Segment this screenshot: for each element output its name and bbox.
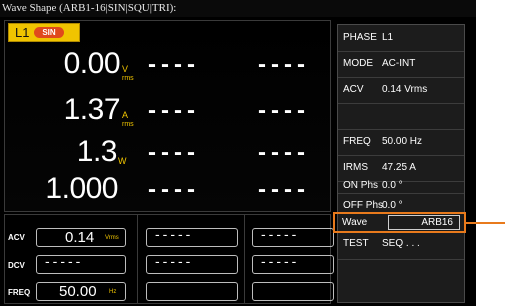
setting-label-freq: FREQ xyxy=(8,288,31,297)
freq-setting-field-3[interactable] xyxy=(252,282,334,301)
voltage-unit: Vrms xyxy=(122,64,134,83)
parameter-panel: PHASE L1 MODE AC-INT ACV 0.14 Vrms FREQ 50.0… xyxy=(337,24,465,303)
param-row-on-phase[interactable]: ON Phs 0.0 ° xyxy=(338,173,464,194)
param-row-freq[interactable]: FREQ 50.00 Hz xyxy=(338,129,464,156)
dcv-setting-field-3[interactable]: ----- xyxy=(252,253,334,274)
pf-dash-2: ---- xyxy=(258,176,310,203)
measurement-row-voltage: 0.00 Vrms ---- ---- xyxy=(0,45,330,85)
param-row-phase[interactable]: PHASE L1 xyxy=(338,25,464,52)
current-unit: Arms xyxy=(122,110,134,129)
param-row-blank xyxy=(338,259,464,303)
power-unit: W xyxy=(118,156,127,166)
param-row-acv[interactable]: ACV 0.14 Vrms xyxy=(338,77,464,104)
callout-line xyxy=(466,222,505,224)
setting-label-acv: ACV xyxy=(8,233,25,242)
power-value: 1.3 xyxy=(76,135,118,168)
current-value: 1.37 xyxy=(63,93,121,126)
measurement-row-pf: 1.000 ---- ---- xyxy=(0,170,330,210)
power-dash-1: ---- xyxy=(148,139,200,166)
power-dash-2: ---- xyxy=(258,139,310,166)
dcv-setting-field[interactable]: ----- xyxy=(36,253,126,274)
voltage-dash-2: ---- xyxy=(258,51,310,78)
param-row-empty xyxy=(338,103,464,130)
acv-setting-field-2[interactable]: ----- xyxy=(146,226,238,247)
freq-setting-field-2[interactable] xyxy=(146,282,238,301)
divider xyxy=(244,214,245,304)
setting-label-dcv: DCV xyxy=(8,261,25,270)
wave-badge: SIN xyxy=(34,27,64,38)
display-screen: Wave Shape (ARB1-16|SIN|SQU|TRI): L1 SIN… xyxy=(0,0,476,306)
channel-tab[interactable]: L1 SIN xyxy=(8,23,80,42)
voltage-value: 0.00 xyxy=(63,47,121,80)
channel-label: L1 xyxy=(15,25,30,40)
param-row-test[interactable]: TEST SEQ . . . xyxy=(338,235,464,260)
freq-setting-field[interactable]: 50.00 Hz xyxy=(36,282,126,301)
dcv-setting-field-2[interactable]: ----- xyxy=(146,253,238,274)
voltage-dash-1: ---- xyxy=(148,51,200,78)
measurement-row-power: 1.3 W ---- ---- xyxy=(0,133,330,173)
current-dash-1: ---- xyxy=(148,97,200,124)
wave-selection-highlight xyxy=(333,212,466,233)
pf-dash-1: ---- xyxy=(148,176,200,203)
pf-value: 1.000 xyxy=(45,172,118,205)
current-dash-2: ---- xyxy=(258,97,310,124)
acv-setting-field-3[interactable]: ----- xyxy=(252,226,334,247)
acv-setting-field[interactable]: 0.14 Vrms xyxy=(36,228,126,247)
param-row-mode[interactable]: MODE AC-INT xyxy=(338,51,464,78)
page-title: Wave Shape (ARB1-16|SIN|SQU|TRI): xyxy=(0,0,476,17)
measurement-row-current: 1.37 Arms ---- ---- xyxy=(0,91,330,131)
divider xyxy=(137,214,138,304)
param-row-off-phase[interactable]: OFF Phs 0.0 ° xyxy=(338,193,464,214)
